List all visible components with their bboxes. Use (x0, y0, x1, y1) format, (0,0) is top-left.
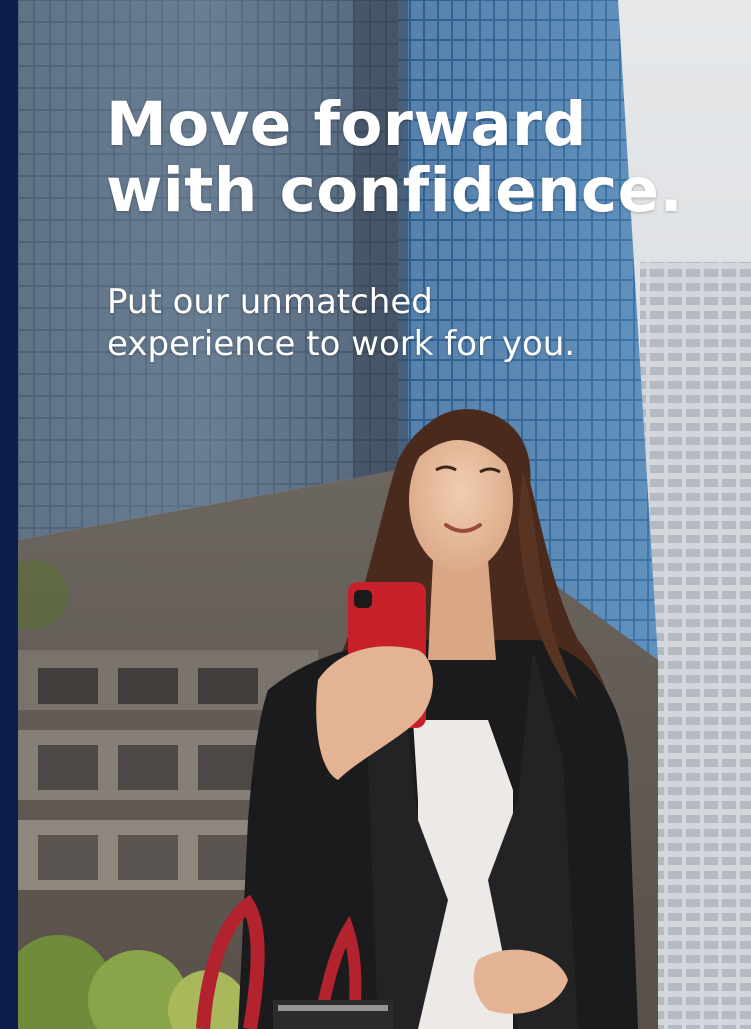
ad-page: Move forward with confidence. Put our un… (0, 0, 751, 1029)
headline-line-1: Move forward (106, 89, 587, 160)
subheadline-line-2: experience to work for you. (107, 324, 576, 364)
subheadline-line-1: Put our unmatched (107, 282, 433, 322)
hero-photo: Move forward with confidence. Put our un… (18, 0, 751, 1029)
subheadline: Put our unmatched experience to work for… (107, 281, 707, 365)
navy-edge-strip (0, 0, 18, 1029)
headline: Move forward with confidence. (106, 92, 726, 224)
headline-line-2: with confidence. (106, 155, 684, 226)
